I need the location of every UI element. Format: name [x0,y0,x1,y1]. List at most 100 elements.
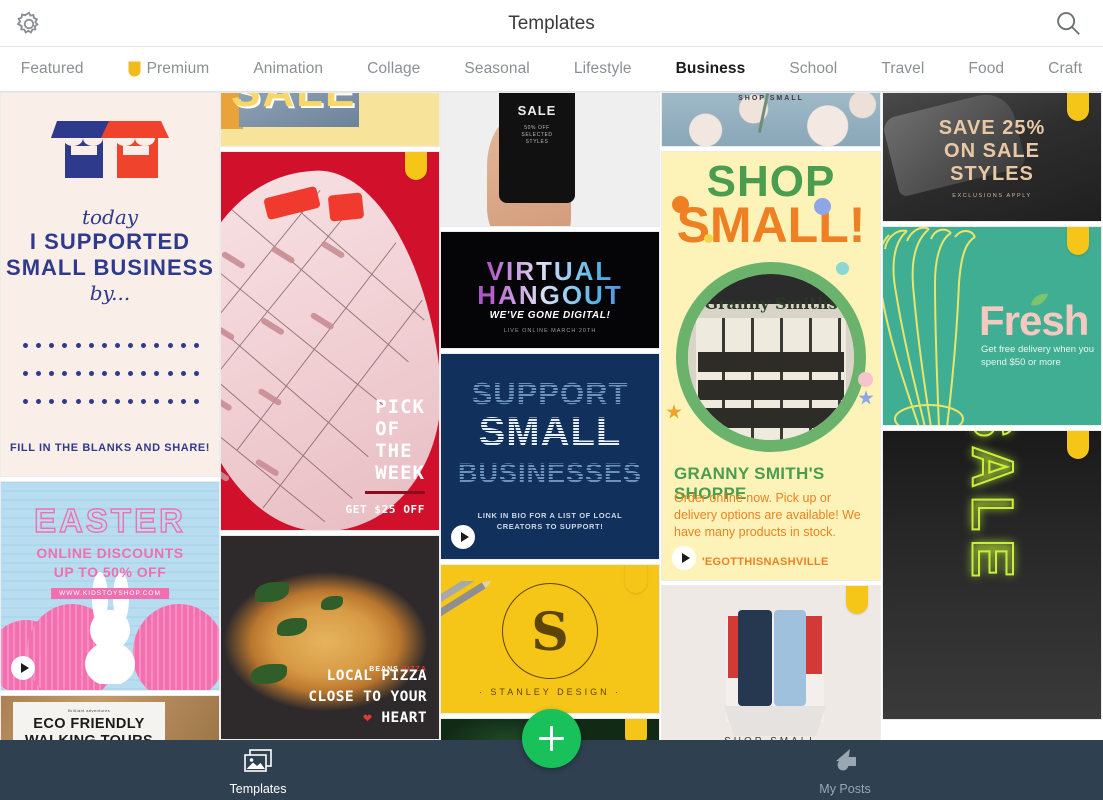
easter-subtitle: ONLINE DISCOUNTS UP TO 50% OFF [1,544,219,582]
blossom-caption: SHOP SMALL [738,95,804,102]
nav-label-my-posts: My Posts [819,782,871,796]
save-text: SAVE 25% ON SALE STYLES [883,117,1101,186]
confetti-dot [814,198,831,215]
phone-sale-word: SALE [517,103,557,118]
my-posts-icon [785,748,905,779]
pizza-line1: LOCAL PIZZA [326,668,427,684]
premium-badge-icon [1067,431,1089,459]
confetti-dot [858,372,873,387]
template-card-save-25[interactable]: SAVE 25% ON SALE STYLES EXCLUSIONS APPLY [882,92,1102,222]
tab-animation[interactable]: Animation [231,60,345,78]
template-card-eco-tours[interactable]: Brilliant adventures ECO FRIENDLY WALKIN… [0,695,220,740]
sb-line1: I SUPPORTED [29,229,191,254]
confetti-diamond [833,259,852,278]
template-card-virtual-hangout[interactable]: VIRTUAL HANGOUT WE'VE GONE DIGITAL! LIVE… [440,231,660,349]
vh-tiny: LIVE ONLINE MARCH 20TH [503,328,597,334]
templates-app: Templates Featured Premium Animation Col… [0,0,1103,800]
easter-sub1: ONLINE DISCOUNTS [36,545,184,561]
nav-item-templates[interactable]: Templates [198,748,318,796]
template-card-pick-of-the-week[interactable]: PICK OF THE WEEK GET $25 OFF [220,151,440,531]
tab-craft[interactable]: Craft [1026,60,1103,78]
tab-premium[interactable]: Premium [106,60,232,78]
grid-column-5: SAVE 25% ON SALE STYLES EXCLUSIONS APPLY [882,92,1102,724]
shoppe-handle: 'EGOTTHISNASHVILLE [702,556,829,568]
search-icon[interactable] [1053,8,1085,40]
vh-line2: HANGOUT [441,280,659,311]
support-subtitle: LINK IN BIO FOR A LIST OF LOCAL CREATORS… [441,510,659,532]
tab-business[interactable]: Business [654,60,768,78]
premium-badge-icon [625,565,647,593]
template-card-think-big[interactable]: SHOP SMALL Think big [661,585,881,740]
crown-badge-icon [128,61,141,77]
grid-column-1: today I SUPPORTED SMALL BUSINESS by... F… [0,92,220,740]
create-button[interactable] [522,709,581,768]
play-icon[interactable] [672,546,696,570]
template-card-sale-yellow[interactable]: SALE [220,92,440,147]
vh-subtitle: WE'VE GONE DIGITAL! [489,310,611,321]
template-card-support-small-businesses[interactable]: SUPPORT SMALL BUSINESSES LINK IN BIO FOR… [440,353,660,560]
tab-label: School [789,60,838,77]
shoppe-body: Order online now. Pick up or delivery op… [674,491,861,539]
pick-line1: PICK [375,396,425,418]
template-card-small-business[interactable]: today I SUPPORTED SMALL BUSINESS by... F… [0,92,220,477]
sb-by: by... [89,281,131,305]
pick-line2: OF [375,418,401,440]
neon-sale-word: SALE [959,430,1026,587]
template-card-blossom[interactable]: SHOP SMALL [661,92,881,147]
easter-sub2: UP TO 50% OFF [53,564,167,580]
storefront-photo: Granny Smiths [688,274,854,440]
template-card-shop-small[interactable]: SHOP SMALL! Granny Smiths GRANNY SMITH'S… [661,151,881,581]
sb-today: today [81,205,139,229]
save-line2: ON SALE [944,140,1040,162]
premium-badge-icon [625,719,647,740]
save-sub: EXCLUSIONS APPLY [952,193,1032,199]
play-icon[interactable] [451,525,475,549]
page-title: Templates [508,13,595,34]
nav-item-my-posts[interactable]: My Posts [785,748,905,796]
tab-label: Premium [146,60,210,77]
premium-badge-icon [846,586,868,614]
tab-lifestyle[interactable]: Lifestyle [552,60,654,78]
template-card-phone-sale[interactable]: SALE 50% OFF SELECTED STYLES [440,92,660,227]
support-line3: BUSINESSES [441,458,659,489]
top-bar: Templates [0,0,1103,47]
tab-label: Lifestyle [573,60,632,77]
premium-badge-icon [1067,227,1089,255]
eco-heading: ECO FRIENDLY WALKING TOURS [13,716,165,740]
nav-label-templates: Templates [229,782,287,796]
tab-label: Featured [20,60,84,77]
shelf [698,352,844,372]
tab-label: Seasonal [464,60,530,77]
confetti-dot [672,196,689,213]
confetti-star [858,390,874,405]
shelf [698,380,844,400]
tab-food[interactable]: Food [946,60,1026,78]
tab-travel[interactable]: Travel [859,60,946,78]
play-icon[interactable] [11,656,35,680]
tab-school[interactable]: School [767,60,859,78]
template-card-easter[interactable]: EASTER ONLINE DISCOUNTS UP TO 50% OFF WW… [0,481,220,691]
stanley-name: · STANLEY DESIGN · [478,687,622,697]
phone-sale-sub: 50% OFF SELECTED STYLES [521,125,553,145]
small-business-text: today I SUPPORTED SMALL BUSINESS by... [1,205,219,305]
pizza-text: LOCAL PIZZA CLOSE TO YOUR ❤ HEART [308,666,427,729]
template-card-local-pizza[interactable]: BEANS PIZZA LOCAL PIZZA CLOSE TO YOUR ❤ … [220,535,440,740]
divider [365,491,425,494]
premium-badge-icon [405,152,427,180]
easter-title: EASTER [33,501,186,539]
tab-seasonal[interactable]: Seasonal [442,60,551,78]
template-grid[interactable]: today I SUPPORTED SMALL BUSINESS by... F… [0,92,1103,740]
support-sub1: LINK IN BIO FOR A LIST OF LOCAL [477,511,623,520]
tab-featured[interactable]: Featured [0,60,106,78]
template-card-stanley-design[interactable]: S · STANLEY DESIGN · [440,564,660,714]
stanley-monogram: S [531,602,569,663]
tab-label: Collage [367,60,421,77]
easter-egg [133,604,219,690]
sb-line2: SMALL BUSINESS [6,255,214,280]
category-tabs[interactable]: Featured Premium Animation Collage Seaso… [0,47,1103,92]
template-card-fresh[interactable]: Fresh Get free delivery when you spend $… [882,226,1102,426]
tab-collage[interactable]: Collage [345,60,442,78]
bottom-navigation: Templates My Posts [0,709,1103,800]
celery-illustration [883,227,993,425]
template-card-neon-sale[interactable]: SALE [882,430,1102,720]
